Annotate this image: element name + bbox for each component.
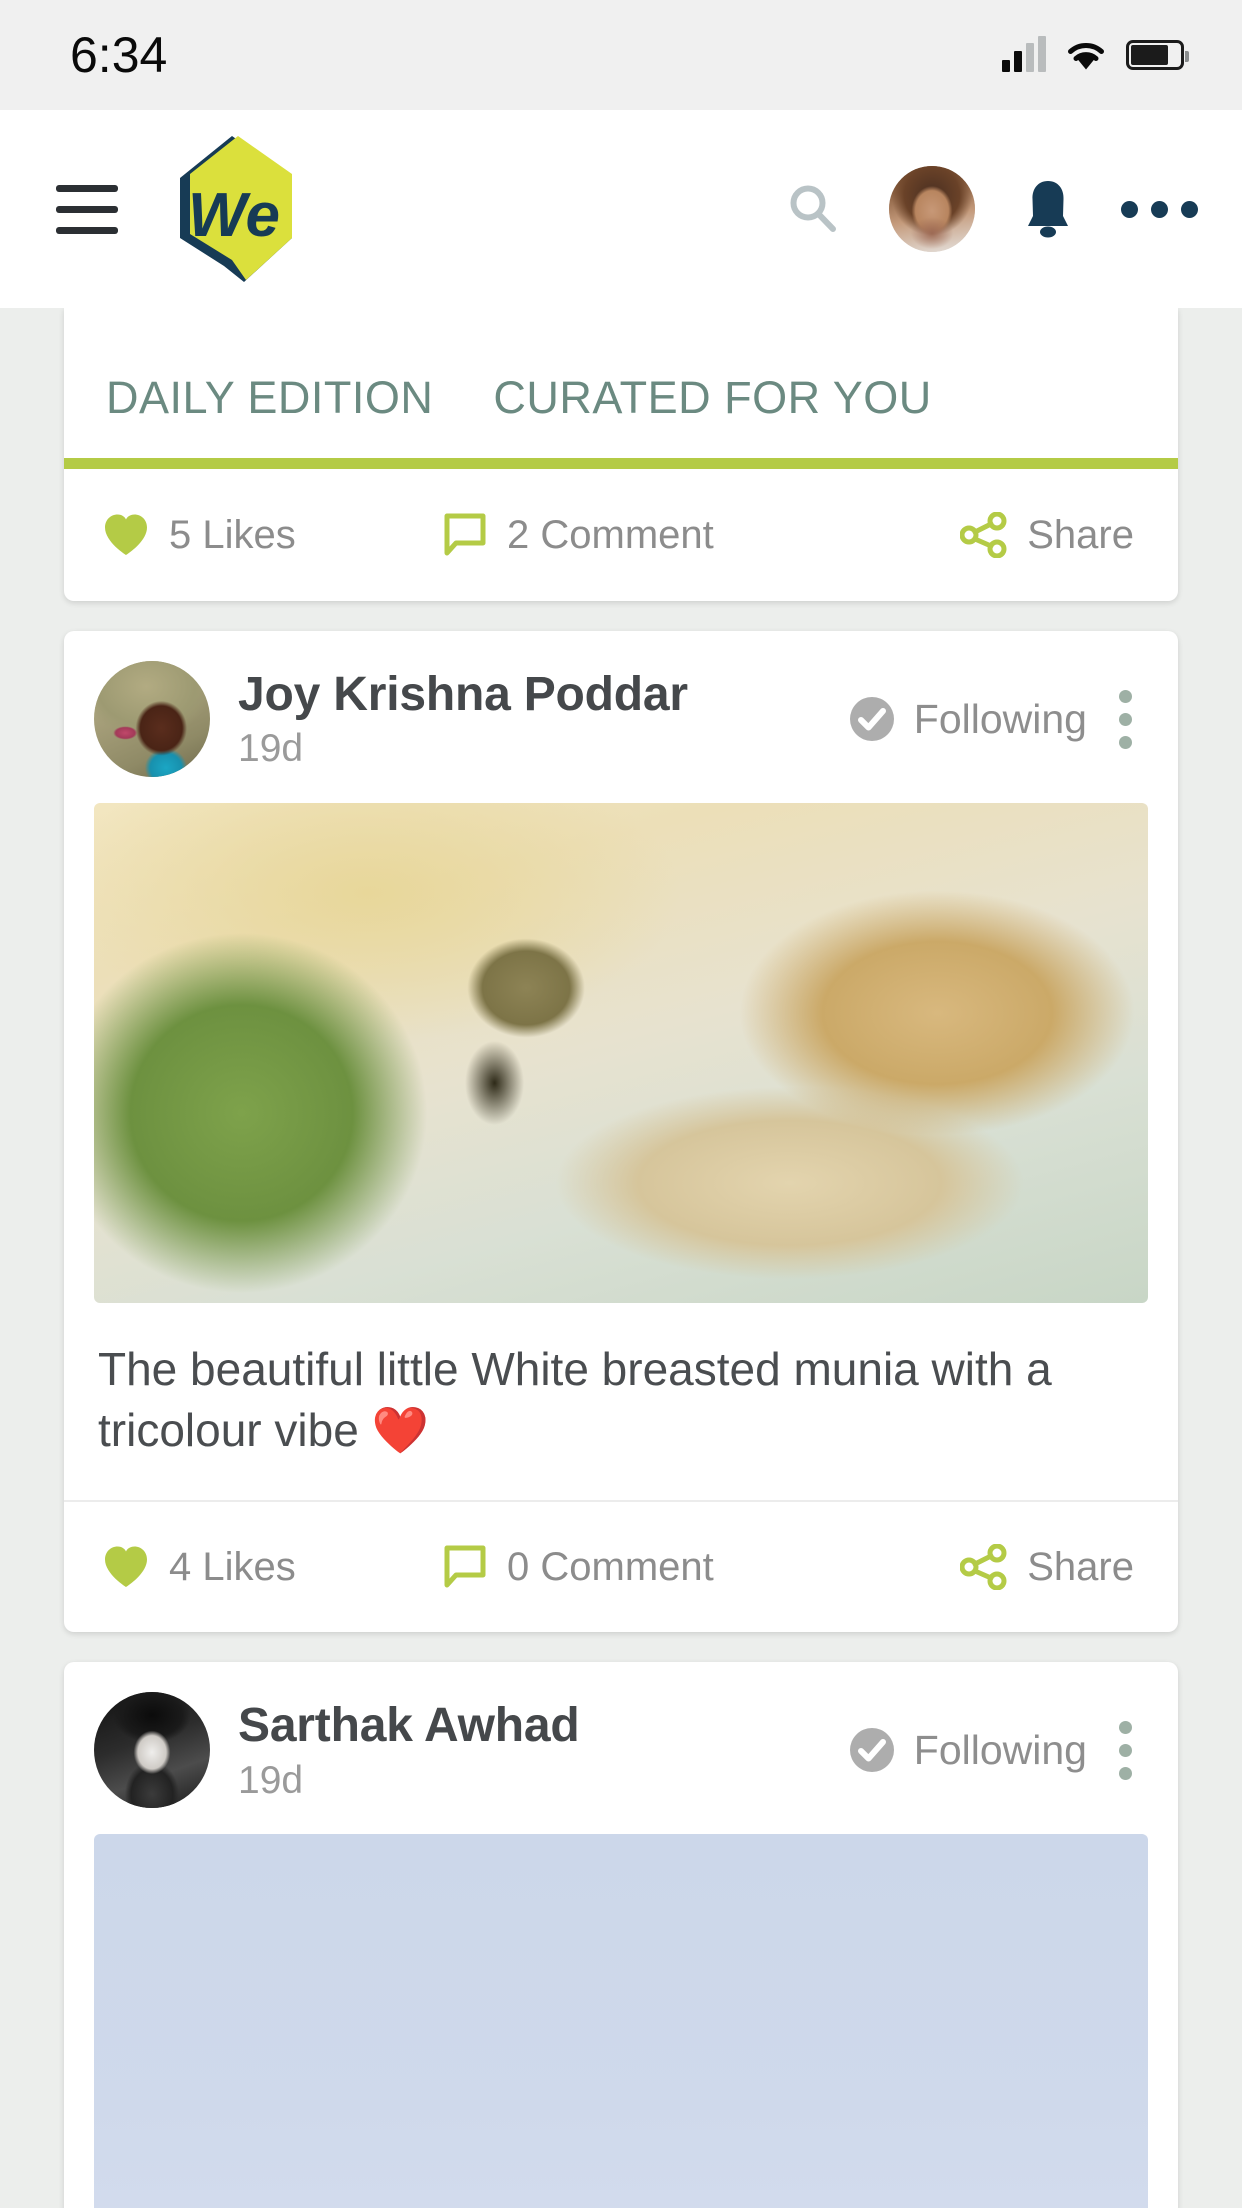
like-button[interactable]: 4 Likes	[102, 1544, 442, 1590]
tab-curated-for-you[interactable]: CURATED FOR YOU	[471, 372, 969, 458]
search-icon[interactable]	[783, 179, 843, 239]
comment-count-label: 0 Comment	[507, 1544, 714, 1589]
tab-bar: DAILY EDITION CURATED FOR YOU	[64, 308, 1178, 458]
tab-active-underline	[64, 458, 1178, 469]
avatar[interactable]	[94, 1692, 210, 1809]
post-image[interactable]	[94, 1834, 1148, 2208]
comment-button[interactable]: 0 Comment	[442, 1544, 960, 1590]
comment-count-label: 2 Comment	[507, 512, 714, 557]
like-count-label: 5 Likes	[169, 512, 296, 557]
post-caption: The beautiful little White breasted muni…	[98, 1343, 1052, 1456]
post-timestamp: 19d	[238, 1758, 304, 1802]
following-label: Following	[913, 695, 1087, 742]
post-author-name[interactable]: Sarthak Awhad	[238, 1698, 848, 1755]
post-meta: Sarthak Awhad 19d	[238, 1698, 848, 1803]
share-nodes-icon	[960, 1544, 1008, 1591]
check-circle-icon	[849, 697, 894, 741]
post-card: Joy Krishna Poddar 19d Following The bea…	[64, 631, 1178, 1633]
top-card: DAILY EDITION CURATED FOR YOU 5 Likes 2 …	[64, 308, 1178, 601]
status-indicators	[1002, 36, 1189, 72]
share-button[interactable]: Share	[960, 512, 1134, 558]
post-author-name[interactable]: Joy Krishna Poddar	[238, 667, 848, 724]
more-vertical-icon[interactable]	[1109, 682, 1142, 757]
post-timestamp: 19d	[238, 727, 304, 771]
comment-bubble-icon	[442, 1544, 488, 1590]
post-image[interactable]	[94, 803, 1148, 1303]
heart-icon	[102, 1544, 150, 1590]
following-button[interactable]: Following	[848, 695, 1087, 743]
share-nodes-icon	[960, 512, 1008, 558]
battery-icon	[1126, 40, 1189, 70]
tab-daily-edition[interactable]: DAILY EDITION	[106, 372, 471, 458]
status-bar: 6:34	[0, 0, 1242, 110]
bell-icon[interactable]	[1021, 178, 1075, 240]
check-circle-icon	[849, 1728, 894, 1773]
share-label: Share	[1027, 512, 1134, 557]
like-count-label: 4 Likes	[169, 1544, 296, 1589]
post-header: Joy Krishna Poddar 19d Following	[64, 631, 1178, 803]
post-action-bar: 4 Likes 0 Comment Share	[64, 1500, 1178, 1632]
avatar[interactable]	[889, 166, 975, 252]
share-label: Share	[1027, 1544, 1134, 1589]
wifi-icon	[1064, 38, 1108, 72]
post-card: Sarthak Awhad 19d Following	[64, 1662, 1178, 2208]
comment-bubble-icon	[442, 512, 488, 558]
post-meta: Joy Krishna Poddar 19d	[238, 667, 848, 772]
app-bar: We	[0, 110, 1242, 308]
status-time: 6:34	[70, 27, 168, 83]
avatar[interactable]	[94, 661, 210, 777]
post-header: Sarthak Awhad 19d Following	[64, 1662, 1178, 1834]
heart-icon	[102, 512, 150, 558]
app-logo[interactable]: We	[168, 134, 296, 284]
comment-button[interactable]: 2 Comment	[442, 512, 960, 558]
more-vertical-icon[interactable]	[1109, 1713, 1142, 1788]
logo-text: We	[188, 181, 280, 250]
hamburger-menu-icon[interactable]	[56, 184, 118, 234]
following-button[interactable]: Following	[848, 1726, 1087, 1774]
more-horizontal-icon[interactable]	[1121, 200, 1198, 218]
feed-scroll-area[interactable]: DAILY EDITION CURATED FOR YOU 5 Likes 2 …	[0, 308, 1242, 2208]
following-label: Following	[913, 1726, 1087, 1773]
cellular-signal-icon	[1002, 36, 1046, 72]
post-action-bar: 5 Likes 2 Comment Share	[64, 469, 1178, 601]
share-button[interactable]: Share	[960, 1544, 1134, 1591]
app-bar-actions	[783, 166, 1198, 252]
app-screen: 6:34 We DAILY EDITION CURATED FOR YOU 5 …	[0, 0, 1242, 2208]
like-button[interactable]: 5 Likes	[102, 512, 442, 558]
